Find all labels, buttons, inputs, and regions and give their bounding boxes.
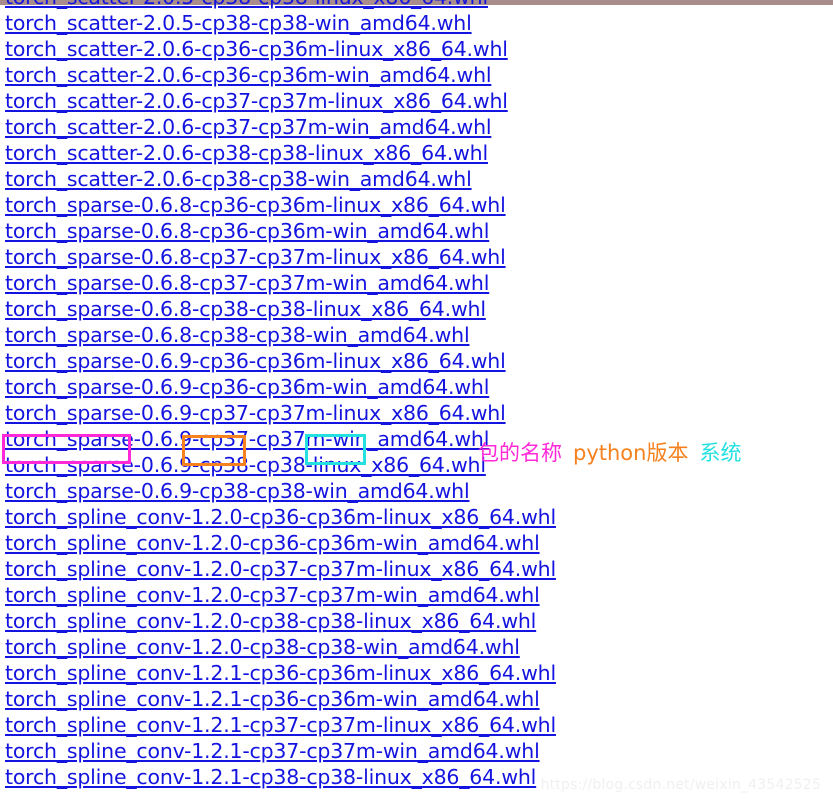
list-item: torch_scatter-2.0.5-cp38-cp38-linux_x86_… xyxy=(0,0,833,10)
file-link[interactable]: torch_sparse-0.6.9-cp36-cp36m-win_amd64.… xyxy=(5,375,489,399)
file-link[interactable]: torch_spline_conv-1.2.0-cp38-cp38-win_am… xyxy=(5,635,520,659)
file-link[interactable]: torch_spline_conv-1.2.0-cp37-cp37m-win_a… xyxy=(5,583,540,607)
file-link[interactable]: torch_sparse-0.6.8-cp36-cp36m-linux_x86_… xyxy=(5,193,506,217)
file-link[interactable]: torch_spline_conv-1.2.0-cp36-cp36m-linux… xyxy=(5,505,556,529)
list-item: torch_sparse-0.6.8-cp37-cp37m-win_amd64.… xyxy=(0,270,833,296)
list-item: torch_sparse-0.6.9-cp36-cp36m-linux_x86_… xyxy=(0,348,833,374)
file-link-highlighted[interactable]: torch_sparse-0.6.9-cp37-cp37m-win_amd64.… xyxy=(5,427,489,451)
file-link[interactable]: torch_sparse-0.6.8-cp36-cp36m-win_amd64.… xyxy=(5,219,489,243)
file-link[interactable]: torch_sparse-0.6.8-cp37-cp37m-win_amd64.… xyxy=(5,271,489,295)
file-link[interactable]: torch_spline_conv-1.2.1-cp36-cp36m-linux… xyxy=(5,661,556,685)
list-item: torch_sparse-0.6.9-cp38-cp38-win_amd64.w… xyxy=(0,478,833,504)
list-item: torch_sparse-0.6.8-cp36-cp36m-linux_x86_… xyxy=(0,192,833,218)
file-link[interactable]: torch_spline_conv-1.2.0-cp37-cp37m-linux… xyxy=(5,557,556,581)
list-item: torch_sparse-0.6.8-cp36-cp36m-win_amd64.… xyxy=(0,218,833,244)
list-item: torch_spline_conv-1.2.1-cp37-cp37m-linux… xyxy=(0,712,833,738)
list-item: torch_scatter-2.0.5-cp38-cp38-win_amd64.… xyxy=(0,10,833,36)
list-item: torch_spline_conv-1.2.0-cp38-cp38-linux_… xyxy=(0,608,833,634)
list-item: torch_spline_conv-1.2.0-cp37-cp37m-linux… xyxy=(0,556,833,582)
file-link[interactable]: torch_scatter-2.0.6-cp38-cp38-linux_x86_… xyxy=(5,141,488,165)
list-item: torch_scatter-2.0.6-cp36-cp36m-linux_x86… xyxy=(0,36,833,62)
file-link[interactable]: torch_sparse-0.6.8-cp38-cp38-linux_x86_6… xyxy=(5,297,486,321)
list-item: torch_scatter-2.0.6-cp38-cp38-win_amd64.… xyxy=(0,166,833,192)
list-item: torch_spline_conv-1.2.0-cp37-cp37m-win_a… xyxy=(0,582,833,608)
file-link[interactable]: torch_sparse-0.6.8-cp38-cp38-win_amd64.w… xyxy=(5,323,470,347)
list-item: torch_scatter-2.0.6-cp38-cp38-linux_x86_… xyxy=(0,140,833,166)
file-link[interactable]: torch_scatter-2.0.6-cp36-cp36m-linux_x86… xyxy=(5,37,508,61)
list-item: torch_sparse-0.6.9-cp37-cp37m-linux_x86_… xyxy=(0,400,833,426)
file-link[interactable]: torch_scatter-2.0.6-cp37-cp37m-linux_x86… xyxy=(5,89,508,113)
list-item: torch_spline_conv-1.2.0-cp36-cp36m-win_a… xyxy=(0,530,833,556)
list-item: torch_sparse-0.6.9-cp36-cp36m-win_amd64.… xyxy=(0,374,833,400)
annotation-legend: 包的名称 python版本 系统 xyxy=(478,440,741,466)
file-link[interactable]: torch_scatter-2.0.5-cp38-cp38-win_amd64.… xyxy=(5,11,472,35)
list-item: torch_spline_conv-1.2.1-cp36-cp36m-win_a… xyxy=(0,686,833,712)
legend-label-package-name: 包的名称 xyxy=(478,441,562,465)
file-link[interactable]: torch_scatter-2.0.6-cp36-cp36m-win_amd64… xyxy=(5,63,492,87)
file-link[interactable]: torch_sparse-0.6.9-cp38-cp38-win_amd64.w… xyxy=(5,479,470,503)
file-link[interactable]: torch_spline_conv-1.2.1-cp36-cp36m-win_a… xyxy=(5,687,540,711)
list-item: torch_spline_conv-1.2.1-cp36-cp36m-linux… xyxy=(0,660,833,686)
file-link[interactable]: torch_spline_conv-1.2.1-cp37-cp37m-linux… xyxy=(5,713,556,737)
file-link[interactable]: torch_scatter-2.0.5-cp38-cp38-linux_x86_… xyxy=(5,0,488,9)
list-item: torch_sparse-0.6.8-cp38-cp38-linux_x86_6… xyxy=(0,296,833,322)
file-link[interactable]: torch_spline_conv-1.2.1-cp38-cp38-linux_… xyxy=(5,765,536,789)
wheel-file-list: torch_scatter-2.0.5-cp38-cp38-linux_x86_… xyxy=(0,0,833,790)
file-link[interactable]: torch_scatter-2.0.6-cp38-cp38-win_amd64.… xyxy=(5,167,472,191)
list-item: torch_spline_conv-1.2.1-cp37-cp37m-win_a… xyxy=(0,738,833,764)
file-link[interactable]: torch_sparse-0.6.9-cp36-cp36m-linux_x86_… xyxy=(5,349,506,373)
file-link[interactable]: torch_sparse-0.6.8-cp37-cp37m-linux_x86_… xyxy=(5,245,506,269)
list-item: torch_scatter-2.0.6-cp36-cp36m-win_amd64… xyxy=(0,62,833,88)
list-item: torch_sparse-0.6.8-cp37-cp37m-linux_x86_… xyxy=(0,244,833,270)
list-item: torch_scatter-2.0.6-cp37-cp37m-linux_x86… xyxy=(0,88,833,114)
file-link[interactable]: torch_spline_conv-1.2.1-cp37-cp37m-win_a… xyxy=(5,739,540,763)
watermark: https://blog.csdn.net/weixin_43542525 xyxy=(540,777,821,793)
file-link[interactable]: torch_spline_conv-1.2.0-cp36-cp36m-win_a… xyxy=(5,531,540,555)
file-link[interactable]: torch_scatter-2.0.6-cp37-cp37m-win_amd64… xyxy=(5,115,492,139)
file-link[interactable]: torch_sparse-0.6.9-cp38-cp38-linux_x86_6… xyxy=(5,453,486,477)
list-item: torch_sparse-0.6.8-cp38-cp38-win_amd64.w… xyxy=(0,322,833,348)
file-link[interactable]: torch_sparse-0.6.9-cp37-cp37m-linux_x86_… xyxy=(5,401,506,425)
legend-label-python-version: python版本 xyxy=(573,441,689,465)
file-link[interactable]: torch_spline_conv-1.2.0-cp38-cp38-linux_… xyxy=(5,609,536,633)
list-item: torch_scatter-2.0.6-cp37-cp37m-win_amd64… xyxy=(0,114,833,140)
list-item: torch_spline_conv-1.2.0-cp36-cp36m-linux… xyxy=(0,504,833,530)
list-item: torch_spline_conv-1.2.0-cp38-cp38-win_am… xyxy=(0,634,833,660)
legend-label-system: 系统 xyxy=(699,441,742,465)
